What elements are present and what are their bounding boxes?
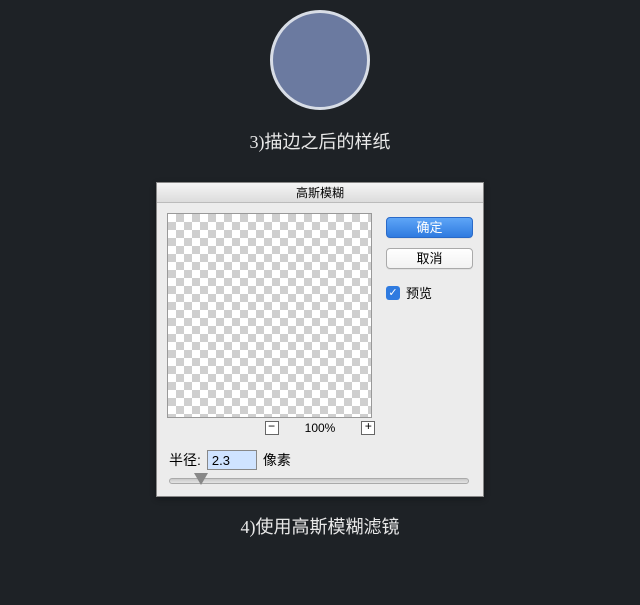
blur-preview-canvas[interactable]	[167, 213, 372, 418]
caption-step4: 4)使用高斯模糊滤镜	[0, 513, 640, 539]
preview-checkbox-label: 预览	[406, 283, 432, 302]
radius-unit: 像素	[263, 450, 291, 470]
gaussian-blur-dialog: 高斯模糊 确定 取消 ✓ 预览 − 100% + 半径: 像素	[156, 182, 484, 497]
caption-step3: 3)描边之后的样纸	[0, 128, 640, 154]
preview-checkbox[interactable]: ✓	[386, 286, 400, 300]
zoom-in-button[interactable]: +	[361, 421, 375, 435]
radius-slider[interactable]	[169, 478, 469, 484]
zoom-out-button[interactable]: −	[265, 421, 279, 435]
cancel-button[interactable]: 取消	[386, 248, 473, 269]
stroked-circle-sample	[270, 10, 370, 110]
radius-input[interactable]	[207, 450, 257, 470]
ok-button[interactable]: 确定	[386, 217, 473, 238]
dialog-title: 高斯模糊	[157, 183, 483, 203]
radius-label: 半径:	[169, 450, 201, 470]
zoom-level: 100%	[305, 421, 336, 435]
preview-checkbox-row[interactable]: ✓ 预览	[386, 283, 473, 302]
radius-slider-thumb[interactable]	[194, 473, 208, 485]
